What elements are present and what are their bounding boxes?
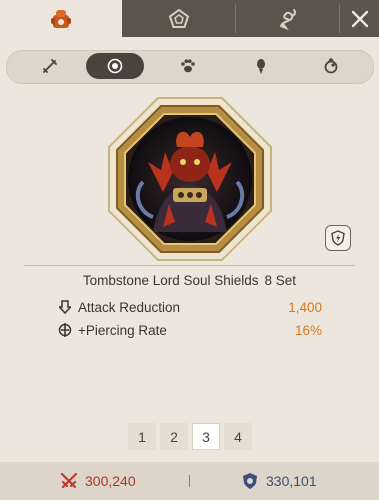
top-tab-bar xyxy=(0,0,379,37)
attack-power-value: 300,240 xyxy=(85,473,136,489)
spirit-icon xyxy=(257,59,265,74)
stat-label: Attack Reduction xyxy=(78,299,181,315)
subtab-soul-shield[interactable] xyxy=(86,53,144,79)
paw-icon xyxy=(181,59,195,73)
tab-dragon[interactable] xyxy=(236,0,339,37)
subtab-pet[interactable] xyxy=(159,53,217,79)
tab-pentagon[interactable] xyxy=(122,0,235,37)
soul-shield-portrait xyxy=(103,92,277,266)
stat-value: 16% xyxy=(294,322,322,338)
ring-icon xyxy=(324,57,338,74)
subtab-accessory[interactable] xyxy=(302,53,360,79)
weapon-icon xyxy=(43,59,57,73)
subtab-weapon[interactable] xyxy=(21,53,79,79)
tab-armor-set[interactable] xyxy=(0,0,122,37)
page-button-1[interactable]: 1 xyxy=(128,423,156,450)
attack-power: 300,240 xyxy=(60,462,136,500)
shield-icon xyxy=(243,473,257,489)
stat-row-piercing-rate: +Piercing Rate 16% xyxy=(58,320,322,340)
set-name: Tombstone Lord Soul Shields xyxy=(82,273,259,288)
stat-label: +Piercing Rate xyxy=(78,322,167,338)
set-count: 8 Set xyxy=(264,273,297,288)
defense-power-value: 330,101 xyxy=(266,473,317,489)
arrow-down-icon xyxy=(58,300,72,314)
pagination: 1 2 3 4 xyxy=(128,423,252,450)
pentagon-icon xyxy=(168,8,189,28)
footer-separator xyxy=(189,475,190,487)
stat-value: 1,400 xyxy=(288,299,322,315)
close-button[interactable] xyxy=(340,0,379,37)
combat-power-footer: 300,240 330,101 xyxy=(0,462,379,500)
close-icon xyxy=(351,10,368,27)
shield-orb-icon xyxy=(107,58,123,74)
divider xyxy=(24,265,355,266)
set-effect-button[interactable] xyxy=(325,225,351,251)
lightning-shield-icon xyxy=(331,230,345,246)
stat-row-attack-reduction: Attack Reduction 1,400 xyxy=(58,297,322,317)
page-button-3[interactable]: 3 xyxy=(192,423,220,450)
dragon-icon xyxy=(279,8,296,30)
equipment-category-bar xyxy=(6,50,374,84)
crossed-swords-icon xyxy=(60,472,78,489)
subtab-spirit[interactable] xyxy=(232,53,290,79)
armor-set-icon xyxy=(51,9,71,28)
defense-power: 330,101 xyxy=(241,462,317,500)
page-button-4[interactable]: 4 xyxy=(224,423,252,450)
pierce-icon xyxy=(58,323,72,337)
page-button-2[interactable]: 2 xyxy=(160,423,188,450)
set-title: Tombstone Lord Soul Shields 8 Set xyxy=(0,273,379,288)
